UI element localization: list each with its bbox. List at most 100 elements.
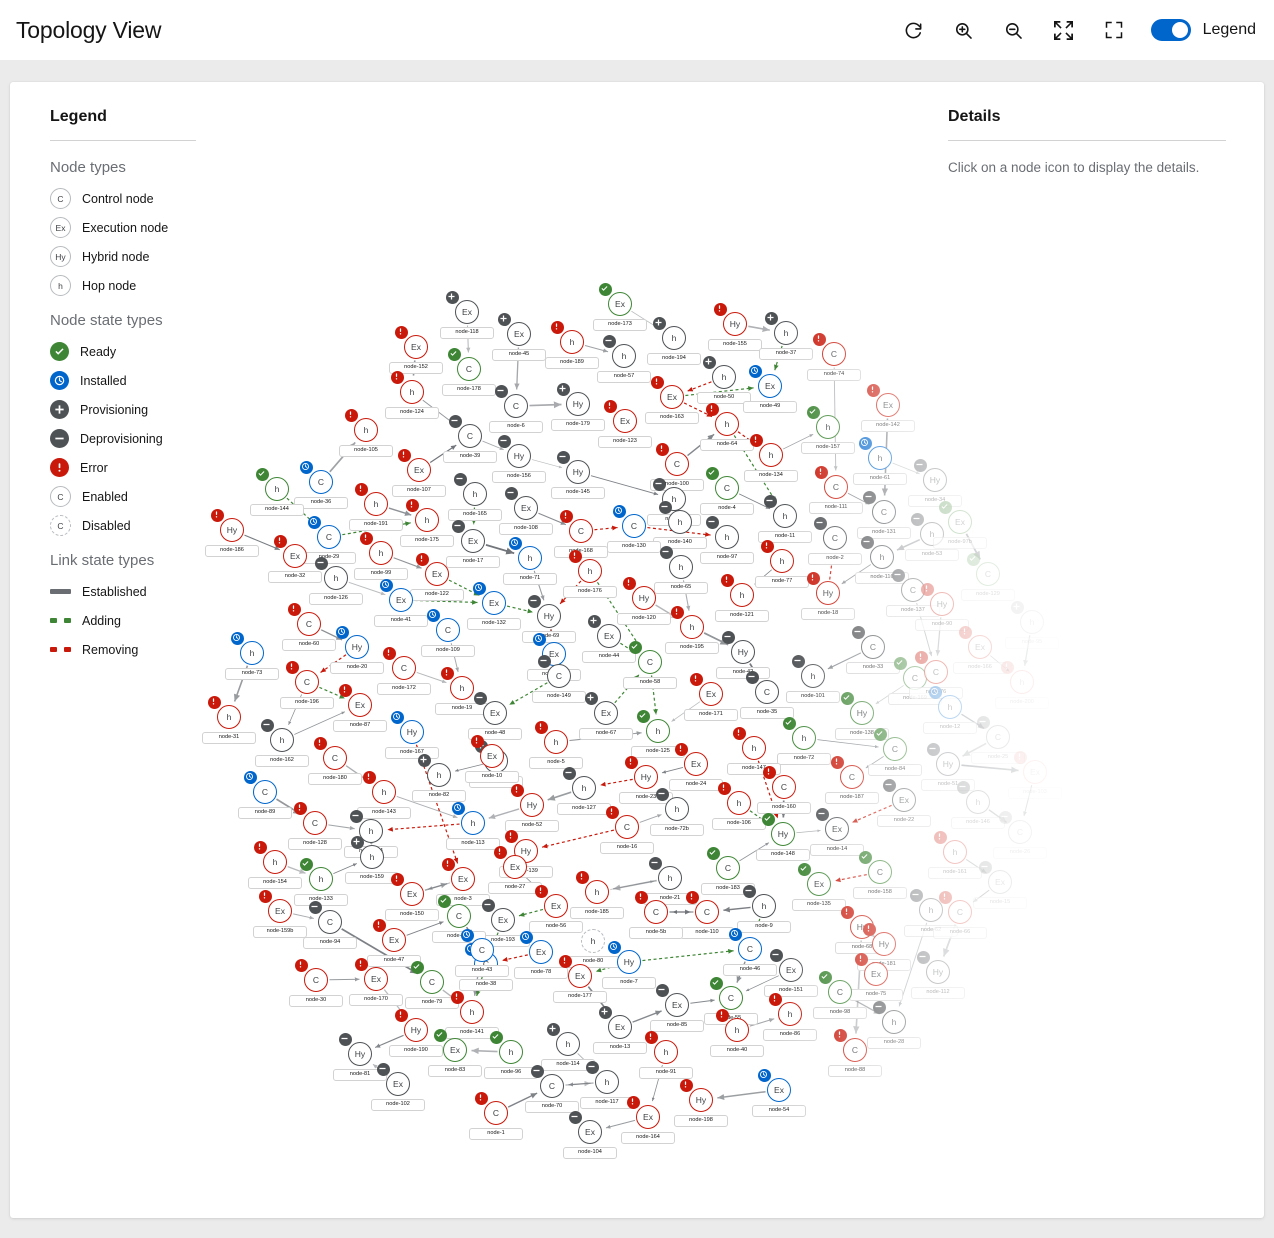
node-label[interactable]: node-67 — [579, 728, 633, 740]
node-label[interactable]: node-177 — [553, 991, 607, 1003]
node-label[interactable]: node-75 — [849, 989, 903, 1001]
node-type-c-icon[interactable]: C — [392, 656, 416, 680]
node-label[interactable]: node-7 — [602, 977, 656, 989]
node-type-c-icon[interactable]: C — [828, 980, 852, 1004]
node-label[interactable]: node-112 — [911, 987, 965, 999]
node-label[interactable]: node-22 — [877, 815, 931, 827]
node-type-h-icon[interactable]: h — [415, 508, 439, 532]
node-type-ex-icon[interactable]: Ex — [594, 701, 618, 725]
node-type-c-icon[interactable]: C — [547, 664, 571, 688]
node-type-ex-icon[interactable]: Ex — [988, 870, 1012, 894]
node-type-c-icon[interactable]: C — [755, 680, 779, 704]
node-type-c-icon[interactable]: C — [1008, 820, 1032, 844]
node-label[interactable]: node-84 — [868, 764, 922, 776]
node-type-h-icon[interactable]: h — [595, 1070, 619, 1094]
node-type-ex-icon[interactable]: Ex — [968, 635, 992, 659]
node-type-c-icon[interactable]: C — [638, 650, 662, 674]
node-type-h-icon[interactable]: h — [572, 776, 596, 800]
node-label[interactable]: node-66 — [933, 927, 987, 939]
node-type-ex-icon[interactable]: Ex — [514, 496, 538, 520]
node-type-h-icon[interactable]: h — [868, 446, 892, 470]
node-label[interactable]: node-2 — [808, 553, 862, 565]
node-label[interactable]: node-45 — [492, 349, 546, 361]
node-label[interactable]: node-146 — [951, 817, 1005, 829]
node-label[interactable]: node-173 — [593, 319, 647, 331]
node-label[interactable]: node-9 — [737, 921, 791, 933]
node-label[interactable]: node-37 — [759, 348, 813, 360]
node-label[interactable]: node-176 — [563, 586, 617, 598]
node-type-hy-icon[interactable]: Hy — [723, 312, 747, 336]
node-label[interactable]: node-178 — [442, 384, 496, 396]
node-label[interactable]: node-1 — [469, 1128, 523, 1140]
node-type-c-icon[interactable]: C — [976, 562, 1000, 586]
node-type-h-icon[interactable]: h — [560, 330, 584, 354]
node-type-h-icon[interactable]: h — [499, 1040, 523, 1064]
node-type-ex-icon[interactable]: Ex — [404, 335, 428, 359]
node-type-ex-icon[interactable]: Ex — [876, 393, 900, 417]
node-type-h-icon[interactable]: h — [556, 1032, 580, 1056]
node-type-c-icon[interactable]: C — [304, 968, 328, 992]
zoom-in-icon[interactable] — [951, 17, 977, 43]
node-label[interactable]: node-148 — [756, 849, 810, 861]
node-type-ex-icon[interactable]: Ex — [461, 529, 485, 553]
node-label[interactable]: node-30 — [289, 995, 343, 1007]
node-type-h-icon[interactable]: h — [270, 728, 294, 752]
node-type-hy-icon[interactable]: Hy — [404, 1018, 428, 1042]
node-label[interactable]: node-191 — [349, 519, 403, 531]
node-label[interactable]: node-96 — [484, 1067, 538, 1079]
node-type-ex-icon[interactable]: Ex — [892, 788, 916, 812]
node-label[interactable]: node-74 — [807, 369, 861, 381]
node-label[interactable]: node-34 — [908, 495, 962, 507]
node-label[interactable]: node-117 — [580, 1097, 634, 1109]
node-label[interactable]: node-15 — [973, 897, 1027, 909]
node-type-hy-icon[interactable]: Hy — [632, 586, 656, 610]
node-type-c-icon[interactable]: C — [695, 900, 719, 924]
node-label[interactable]: node-49 — [743, 401, 797, 413]
node-type-hy-icon[interactable]: Hy — [936, 752, 960, 776]
node-type-ex-icon[interactable]: Ex — [779, 958, 803, 982]
node-type-ex-icon[interactable]: Ex — [268, 899, 292, 923]
node-type-h-icon[interactable]: h — [354, 418, 378, 442]
node-type-c-icon[interactable]: C — [622, 514, 646, 538]
node-label[interactable]: node-161 — [928, 867, 982, 879]
node-label[interactable]: node-83 — [428, 1065, 482, 1077]
node-label[interactable]: node-60 — [282, 639, 336, 651]
node-label[interactable]: node-13 — [593, 1042, 647, 1054]
node-label[interactable]: node-155 — [708, 339, 762, 351]
node-type-c-icon[interactable]: C — [504, 394, 528, 418]
node-type-ex-icon[interactable]: Ex — [578, 1120, 602, 1144]
node-label[interactable]: node-53 — [905, 549, 959, 561]
node-label[interactable]: node-101 — [786, 691, 840, 703]
node-label[interactable]: node-134 — [744, 470, 798, 482]
node-label[interactable]: node-31 — [202, 732, 256, 744]
node-label[interactable]: node-127 — [557, 803, 611, 815]
node-type-h-icon[interactable]: h — [662, 326, 686, 350]
node-label[interactable]: node-78 — [514, 967, 568, 979]
node-label[interactable]: node-143 — [357, 807, 411, 819]
node-type-h-icon[interactable]: h — [712, 365, 736, 389]
node-label[interactable]: node-94 — [303, 937, 357, 949]
node-label[interactable]: node-4 — [700, 503, 754, 515]
node-type-ex-icon[interactable]: Ex — [767, 1078, 791, 1102]
node-label[interactable]: node-5 — [529, 757, 583, 769]
node-type-ex-icon[interactable]: Ex — [483, 701, 507, 725]
node-type-h-icon[interactable]: h — [364, 492, 388, 516]
node-label[interactable]: node-118 — [440, 327, 494, 339]
refresh-icon[interactable] — [901, 17, 927, 43]
node-type-ex-icon[interactable]: Ex — [597, 624, 621, 648]
node-label[interactable]: node-14 — [810, 844, 864, 856]
legend-toggle[interactable] — [1151, 19, 1191, 41]
node-type-c-icon[interactable]: C — [823, 526, 847, 550]
node-label[interactable]: node-42 — [716, 667, 770, 679]
node-type-ex-icon[interactable]: Ex — [425, 562, 449, 586]
node-label[interactable]: node-32 — [268, 571, 322, 583]
node-label[interactable]: node-72 — [777, 753, 831, 765]
node-type-hy-icon[interactable]: Hy — [816, 581, 840, 605]
node-label[interactable]: node-12 — [923, 722, 977, 734]
node-type-c-icon[interactable]: C — [309, 470, 333, 494]
node-type-c-icon[interactable]: C — [840, 765, 864, 789]
node-label[interactable]: node-164 — [621, 1132, 675, 1144]
node-label[interactable]: node-56 — [529, 921, 583, 933]
node-label[interactable]: node-109 — [421, 645, 475, 657]
zoom-out-icon[interactable] — [1001, 17, 1027, 43]
